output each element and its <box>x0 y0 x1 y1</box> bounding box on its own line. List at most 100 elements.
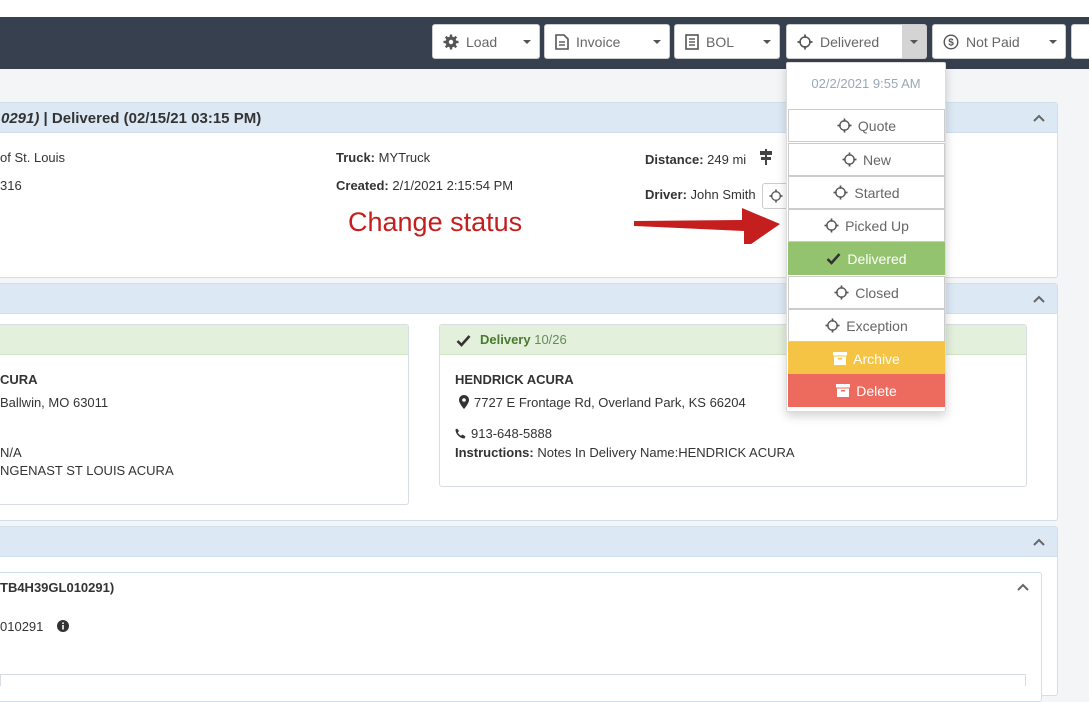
load-button[interactable]: Load <box>432 24 516 59</box>
crosshair-icon <box>842 152 857 167</box>
payment-dropdown-toggle[interactable] <box>1041 24 1066 59</box>
order-title-italic: 0291) <box>1 110 40 127</box>
chevron-down-icon <box>1049 39 1057 44</box>
payment-button-label: Not Paid <box>966 33 1020 50</box>
delivery-address: 7727 E Frontage Rd, Overland Park, KS 66… <box>474 395 746 410</box>
delivery-phone: 913-648-5888 <box>471 426 552 441</box>
invoice-button[interactable]: Invoice <box>544 24 646 59</box>
vehicle-inner-box <box>0 674 1026 686</box>
change-status-annotation: Change status <box>348 207 523 237</box>
chevron-down-icon <box>653 39 661 44</box>
truck-info: Truck: MYTruck <box>336 150 430 165</box>
check-icon <box>456 335 471 347</box>
crosshair-icon <box>825 318 840 333</box>
chevron-up-icon[interactable] <box>1033 293 1045 305</box>
invoice-button-label: Invoice <box>576 33 621 50</box>
chevron-up-icon[interactable] <box>1033 112 1045 124</box>
bol-button-label: BOL <box>706 33 735 50</box>
truck-label: Truck: <box>336 150 376 165</box>
pickup-card-header <box>0 325 408 355</box>
pickup-phone: N/A <box>0 445 22 460</box>
status-option-started[interactable]: Started <box>788 176 945 209</box>
status-option-picked-up[interactable]: Picked Up <box>788 209 945 242</box>
more-button[interactable] <box>1071 24 1089 59</box>
status-option-label: Archive <box>853 350 900 367</box>
signpost-icon <box>760 149 772 165</box>
list-document-icon <box>685 33 699 50</box>
customer-line-1: of St. Louis <box>0 150 66 165</box>
status-option-delete[interactable]: Delete <box>788 374 945 407</box>
status-option-label: Exception <box>846 317 908 334</box>
created-label: Created: <box>336 178 389 193</box>
dollar-circle-icon: $ <box>943 33 959 50</box>
archive-box-icon <box>836 384 851 397</box>
chevron-up-icon[interactable] <box>1017 581 1029 593</box>
delivery-instructions-value: Notes In Delivery Name:HENDRICK ACURA <box>537 445 795 460</box>
status-option-label: Closed <box>855 284 899 301</box>
chevron-up-icon[interactable] <box>1033 536 1045 548</box>
driver-label: Driver: <box>645 187 687 202</box>
driver-value: John Smith <box>690 187 756 202</box>
distance-label: Distance: <box>645 152 704 167</box>
payment-button[interactable]: $ Not Paid <box>932 24 1042 59</box>
crosshair-icon <box>837 118 852 133</box>
invoice-dropdown-toggle[interactable] <box>645 24 670 59</box>
chevron-down-icon <box>523 39 531 44</box>
crosshair-icon <box>797 34 813 49</box>
check-icon <box>827 253 841 265</box>
created-value: 2/1/2021 2:15:54 PM <box>392 178 514 193</box>
status-option-delivered[interactable]: Delivered <box>788 242 945 275</box>
delivery-instructions: Instructions: Notes In Delivery Name:HEN… <box>455 445 795 460</box>
order-title: 0291) | Delivered (02/15/21 03:15 PM) <box>1 110 261 127</box>
bol-dropdown-toggle[interactable] <box>755 24 780 59</box>
status-button[interactable]: Delivered <box>786 24 903 59</box>
load-button-label: Load <box>466 33 498 50</box>
crosshair-icon <box>824 218 839 233</box>
status-option-label: New <box>862 151 891 168</box>
phone-icon <box>455 428 466 439</box>
status-button-label: Delivered <box>820 33 880 50</box>
vehicle-vin: 010291 <box>0 619 44 634</box>
customer-line-2: 316 <box>0 178 22 193</box>
status-option-closed[interactable]: Closed <box>788 276 945 309</box>
pickup-name: CURA <box>0 372 38 387</box>
created-info: Created: 2/1/2021 2:15:54 PM <box>336 178 513 193</box>
distance-value: 249 mi <box>707 152 747 167</box>
status-option-archive[interactable]: Archive <box>788 342 945 375</box>
driver-info: Driver: John Smith <box>645 187 756 202</box>
pickup-address: Ballwin, MO 63011 <box>0 395 109 410</box>
delivery-title: Delivery 10/26 <box>480 332 567 347</box>
status-option-quote[interactable]: Quote <box>788 109 945 142</box>
status-option-label: Delete <box>856 382 897 399</box>
delivery-title-label: Delivery <box>480 332 531 347</box>
status-option-new[interactable]: New <box>788 143 945 176</box>
status-dropdown-toggle[interactable] <box>902 24 927 59</box>
vehicle-title: TB4H39GL010291) <box>0 580 115 595</box>
status-option-label: Quote <box>857 117 897 134</box>
status-option-label: Started <box>854 184 900 201</box>
annotation-arrow <box>634 208 780 244</box>
delivery-instructions-label: Instructions: <box>455 445 534 460</box>
status-option-exception[interactable]: Exception <box>788 309 945 342</box>
crosshair-icon <box>834 285 849 300</box>
distance-info: Distance: 249 mi <box>645 152 746 167</box>
load-dropdown-toggle[interactable] <box>515 24 540 59</box>
bol-button[interactable]: BOL <box>674 24 756 59</box>
crosshair-icon <box>769 189 783 203</box>
map-marker-icon <box>459 395 469 409</box>
delivery-date: 10/26 <box>534 332 567 347</box>
archive-box-icon <box>833 352 848 365</box>
document-icon <box>555 33 569 50</box>
chevron-down-icon <box>910 39 918 44</box>
delivery-name: HENDRICK ACURA <box>455 372 574 387</box>
svg-text:$: $ <box>948 37 954 48</box>
info-icon[interactable] <box>57 620 69 632</box>
status-option-label: Picked Up <box>845 217 909 234</box>
vehicles-header <box>0 527 1057 557</box>
status-option-label: Delivered <box>847 250 907 267</box>
chevron-down-icon <box>763 39 771 44</box>
status-date: 02/2/2021 9:55 AM <box>811 75 921 91</box>
pickup-instructions: NGENAST ST LOUIS ACURA <box>0 463 174 478</box>
status-dropdown-menu: 02/2/2021 9:55 AM Quote New Started Pick… <box>786 62 946 412</box>
top-strip <box>0 0 1089 17</box>
